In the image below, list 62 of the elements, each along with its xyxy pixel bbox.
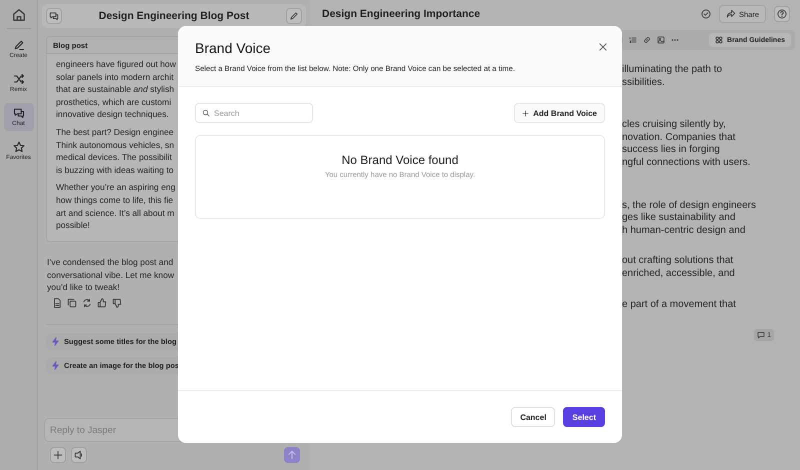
text-line: medical devices. The possibilit xyxy=(56,151,172,164)
text-line: The best part? Design enginee xyxy=(56,126,174,139)
chat-title: Design Engineering Blog Post xyxy=(98,10,250,22)
lightning-icon xyxy=(51,360,60,370)
arrow-up-icon xyxy=(287,450,297,460)
text-line: novation. Companies that xyxy=(622,132,736,144)
speech-bubble-icon xyxy=(757,331,766,340)
help-icon[interactable] xyxy=(774,6,790,22)
text-line: you’d like to tweak! xyxy=(47,281,120,294)
text-line: conversational vibe. Let me know xyxy=(47,268,174,282)
text-line: is buzzing with ideas waiting to xyxy=(56,164,174,176)
copy-icon[interactable] xyxy=(67,298,77,308)
share-arrow-icon xyxy=(726,9,736,19)
check-circle-icon[interactable] xyxy=(700,9,711,19)
thumbs-down-icon[interactable] xyxy=(112,298,122,308)
numbered-list-icon[interactable] xyxy=(629,36,638,44)
search-icon xyxy=(202,109,210,117)
text-line: s, the role of design engineers xyxy=(622,200,756,212)
text-line: out crafting solutions that xyxy=(622,255,734,268)
speaker-icon[interactable] xyxy=(71,447,87,463)
star-icon xyxy=(12,141,24,153)
text-line: h human-centric design and xyxy=(622,224,746,238)
add-icon[interactable] xyxy=(50,447,66,463)
pen-icon xyxy=(12,39,24,51)
text-line: e part of a movement that xyxy=(622,298,736,312)
four-rings-icon xyxy=(715,36,724,44)
shuffle-icon xyxy=(12,73,24,85)
text-line: Think autonomous vehicles, sn xyxy=(56,138,174,152)
text-line: I’ve condensed the blog post and xyxy=(47,256,174,269)
text-line: success lies in forging xyxy=(622,144,720,157)
text-line: cles cruising silently by, xyxy=(622,119,726,132)
document-icon[interactable] xyxy=(52,298,62,308)
chat-bubbles-icon xyxy=(12,107,24,119)
text-line: illuminating the path to xyxy=(622,64,722,77)
text-line: that are sustainable and stylish xyxy=(56,83,174,96)
add-brand-voice-button[interactable]: Add Brand Voice xyxy=(514,103,605,123)
text-line: ges like sustainability and xyxy=(622,212,736,225)
text-line: art and science. It’s all about m xyxy=(56,206,174,220)
text-line: innovative design techniques. xyxy=(56,108,169,121)
text-line: Whether you’re an aspiring eng xyxy=(56,181,176,194)
link-icon[interactable] xyxy=(643,36,652,44)
text-line: prosthetics, which are customi xyxy=(56,96,172,108)
text-line: ngful connections with users. xyxy=(622,156,750,170)
image-icon[interactable] xyxy=(657,36,666,44)
text-line: solar panels into modern archit xyxy=(56,70,174,84)
select-button[interactable]: Select xyxy=(563,407,605,427)
document-title: Design Engineering Importance xyxy=(322,8,480,20)
chat-icon[interactable] xyxy=(46,8,62,24)
text-line: engineers have figured out how xyxy=(56,58,176,71)
text-line: how things come to life, this fie xyxy=(56,194,174,207)
plus-icon xyxy=(522,110,530,116)
text-line: enriched, accessible, and xyxy=(622,268,735,281)
dialog-title: Brand Voice xyxy=(195,40,270,56)
empty-state-title: No Brand Voice found xyxy=(342,153,458,167)
cancel-button[interactable]: Cancel xyxy=(511,407,556,427)
thumbs-up-icon[interactable] xyxy=(97,298,107,308)
refresh-icon[interactable] xyxy=(82,298,92,308)
edit-icon[interactable] xyxy=(286,8,302,24)
lightning-icon xyxy=(51,336,60,346)
text-line: possible! xyxy=(56,219,90,232)
text-line: ssibilities. xyxy=(622,76,665,90)
close-icon[interactable] xyxy=(598,42,608,52)
